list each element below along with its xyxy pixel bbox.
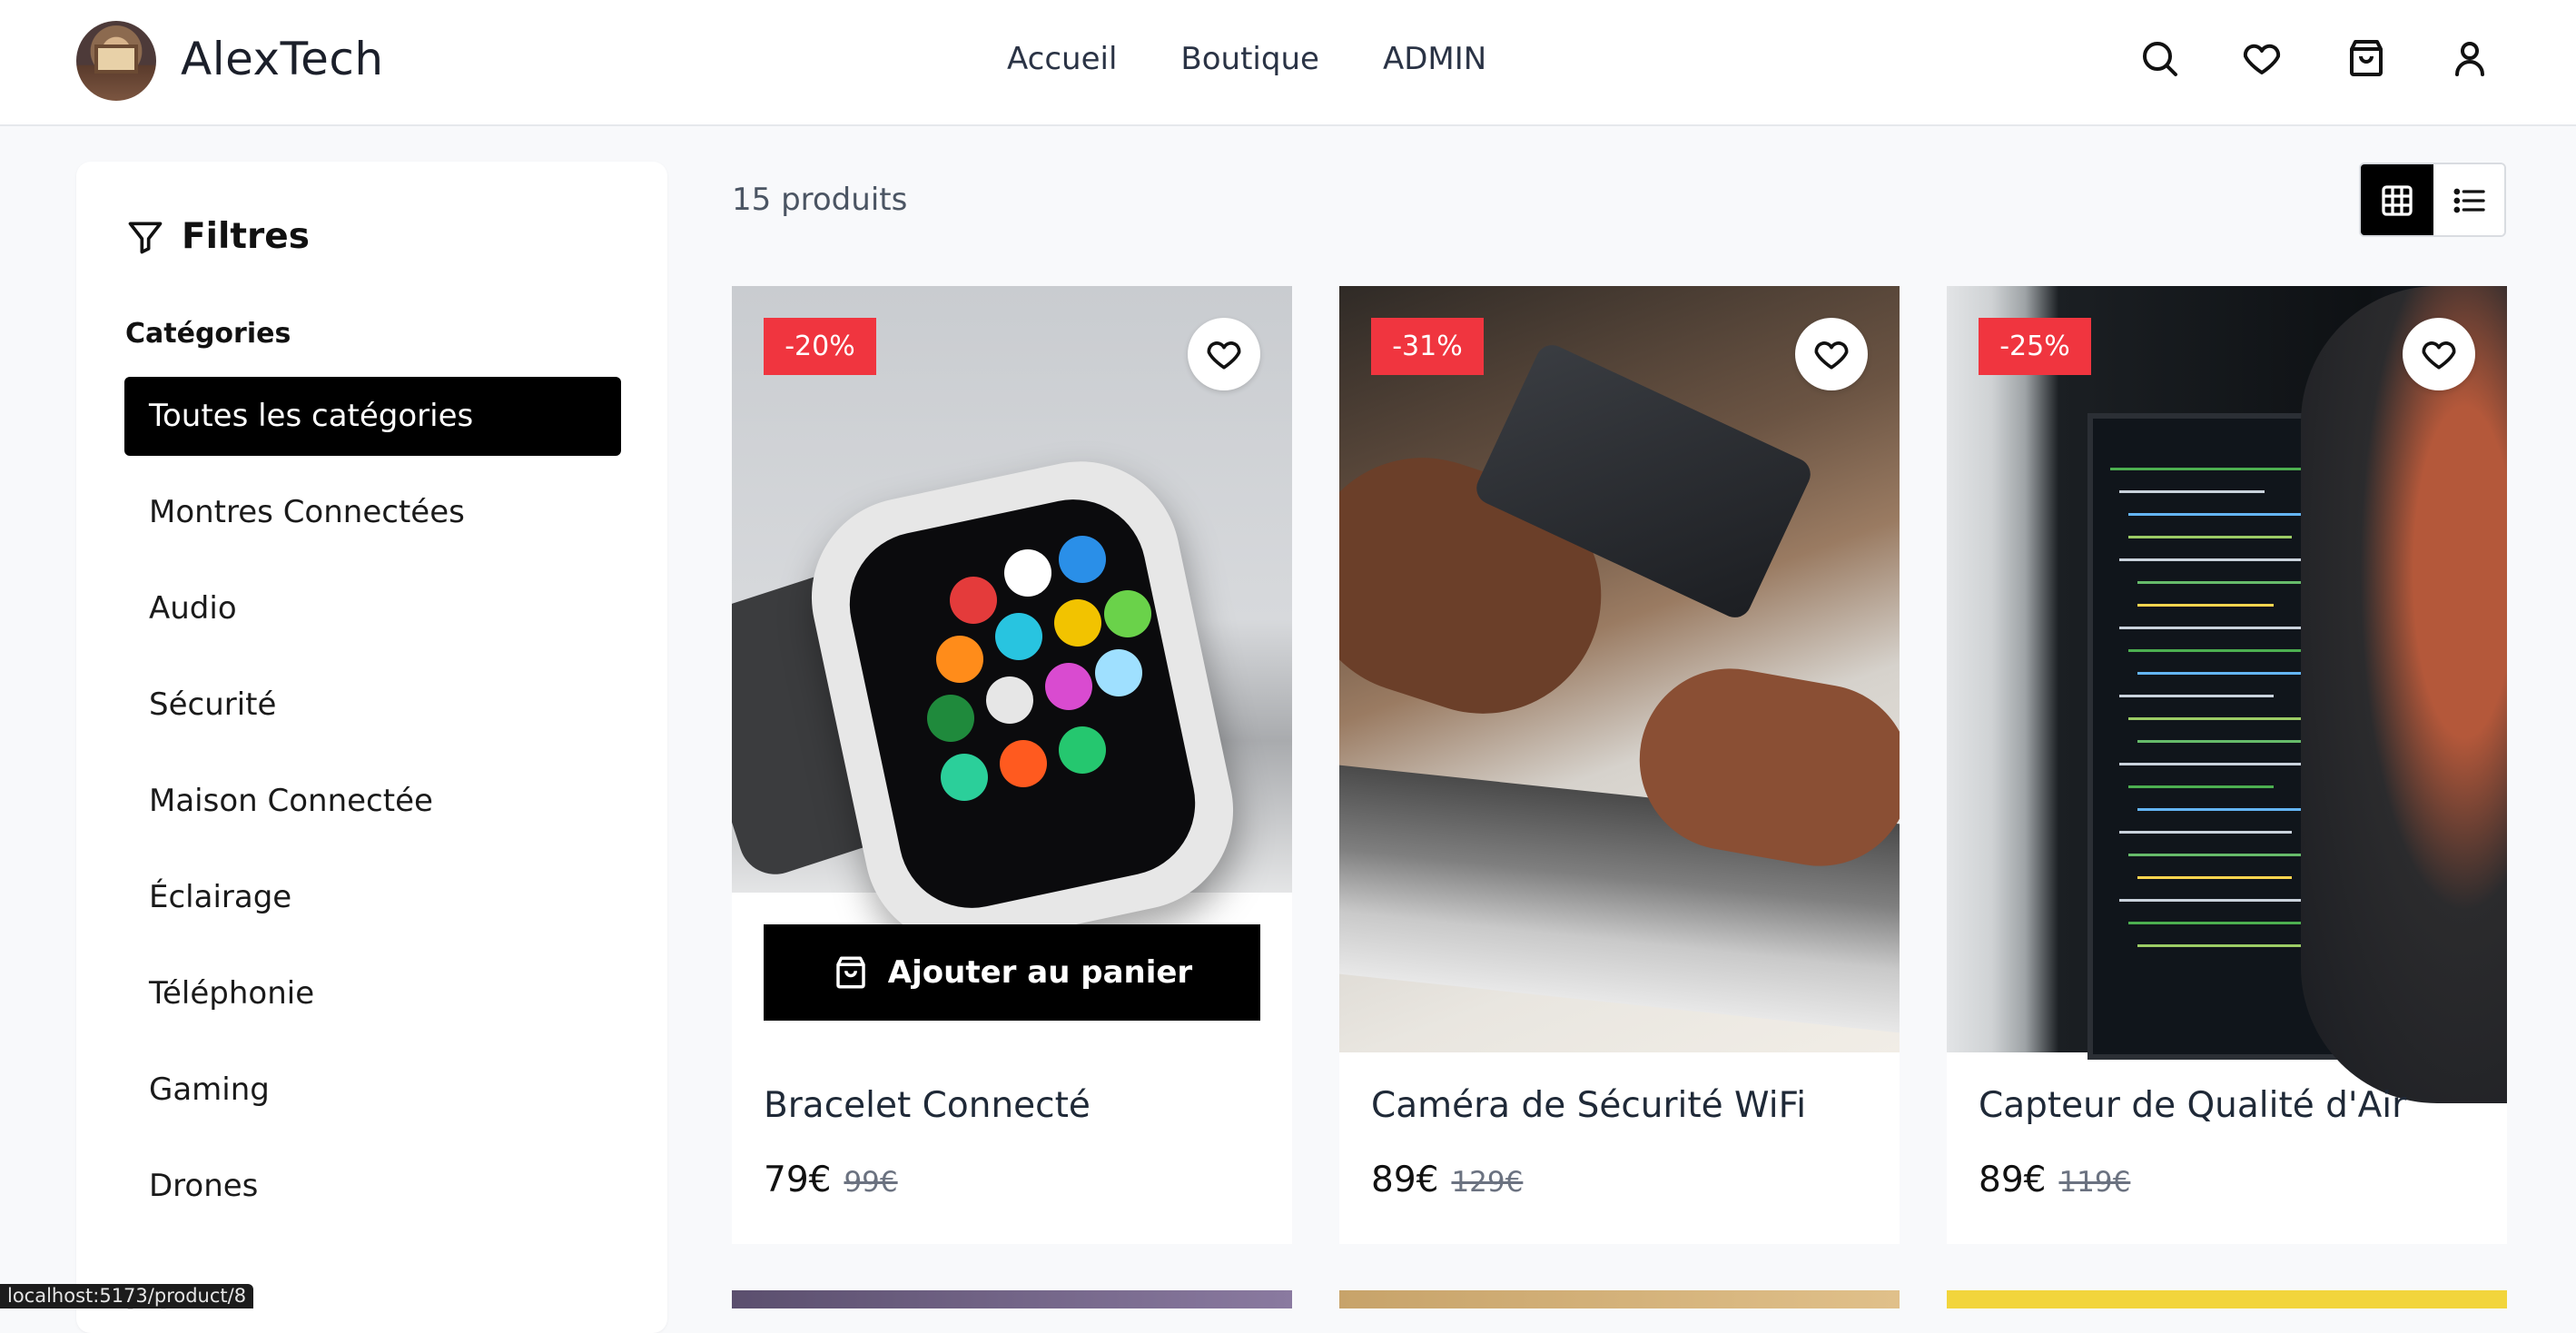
product-prices: 79€ 99€	[764, 1160, 898, 1200]
product-name[interactable]: Caméra de Sécurité WiFi	[1371, 1085, 1806, 1126]
category-securite[interactable]: Sécurité	[124, 666, 621, 745]
product-price: 79€	[764, 1160, 832, 1200]
category-montres-connectees[interactable]: Montres Connectées	[124, 473, 621, 552]
category-audio[interactable]: Audio	[124, 569, 621, 648]
product-count: 15 produits	[732, 182, 908, 218]
category-gaming[interactable]: Gaming	[124, 1051, 621, 1130]
status-bar-url: localhost:5173/product/8	[0, 1284, 254, 1308]
category-list: Toutes les catégories Montres Connectées…	[124, 377, 621, 1243]
nav-boutique[interactable]: Boutique	[1180, 41, 1319, 77]
product-old-price: 99€	[844, 1166, 898, 1199]
grid-view-button[interactable]	[2361, 164, 2433, 235]
product-card[interactable]: -25% Capteur de Qualité d'Air 89€ 119€	[1947, 286, 2507, 1244]
category-maison-connectee[interactable]: Maison Connectée	[124, 762, 621, 841]
grid-icon	[2382, 185, 2413, 216]
product-prices: 89€ 119€	[1979, 1160, 2130, 1200]
heart-icon[interactable]	[2240, 36, 2284, 80]
filter-icon	[128, 222, 163, 253]
product-card-peek[interactable]	[732, 1290, 1292, 1308]
product-price: 89€	[1979, 1160, 2047, 1200]
favorite-button[interactable]	[1795, 318, 1868, 390]
product-old-price: 119€	[2058, 1166, 2131, 1199]
category-telephonie[interactable]: Téléphonie	[124, 954, 621, 1033]
product-card-peek[interactable]	[1947, 1290, 2507, 1308]
heart-icon	[1207, 341, 1241, 370]
list-icon	[2453, 188, 2485, 213]
product-card[interactable]: -31% Caméra de Sécurité WiFi 89€ 129€	[1339, 286, 1900, 1244]
user-icon[interactable]	[2448, 36, 2492, 80]
product-prices: 89€ 129€	[1371, 1160, 1523, 1200]
product-image[interactable]	[1947, 286, 2507, 1103]
filters-sidebar: Filtres Catégories Toutes les catégories…	[76, 162, 667, 1333]
discount-badge: -31%	[1371, 318, 1484, 375]
favorite-button[interactable]	[1188, 318, 1260, 390]
nav-admin[interactable]: ADMIN	[1383, 41, 1486, 77]
product-price: 89€	[1371, 1160, 1439, 1200]
list-view-button[interactable]	[2433, 164, 2504, 235]
shopping-bag-icon[interactable]	[2344, 36, 2388, 80]
product-card[interactable]: -20% Ajouter au panier Bracelet Connecté…	[732, 286, 1292, 1244]
add-to-cart-label: Ajouter au panier	[887, 954, 1193, 991]
favorite-button[interactable]	[2403, 318, 2475, 390]
filters-title: Filtres	[182, 216, 310, 257]
shopping-bag-icon	[836, 956, 865, 989]
discount-badge: -25%	[1979, 318, 2091, 375]
top-header: AlexTech Accueil Boutique ADMIN	[0, 0, 2576, 126]
search-icon[interactable]	[2137, 36, 2181, 80]
heart-icon	[1814, 341, 1849, 370]
brand-name[interactable]: AlexTech	[181, 33, 384, 85]
add-to-cart-button[interactable]: Ajouter au panier	[764, 924, 1260, 1021]
product-card-peek[interactable]	[1339, 1290, 1900, 1308]
categories-heading: Catégories	[125, 318, 291, 350]
category-drones[interactable]: Drones	[124, 1147, 621, 1226]
product-name[interactable]: Capteur de Qualité d'Air	[1979, 1085, 2406, 1126]
heart-icon	[2422, 341, 2456, 370]
category-all[interactable]: Toutes les catégories	[124, 377, 621, 456]
nav-accueil[interactable]: Accueil	[1007, 41, 1117, 77]
product-old-price: 129€	[1451, 1166, 1524, 1199]
view-toggle	[2359, 163, 2506, 237]
product-image[interactable]	[1339, 286, 1900, 1052]
brand-logo[interactable]	[76, 21, 156, 101]
filters-header: Filtres	[125, 216, 310, 257]
category-eclairage[interactable]: Éclairage	[124, 858, 621, 937]
product-name[interactable]: Bracelet Connecté	[764, 1085, 1091, 1126]
main-nav: Accueil Boutique ADMIN	[1007, 41, 1486, 77]
discount-badge: -20%	[764, 318, 876, 375]
